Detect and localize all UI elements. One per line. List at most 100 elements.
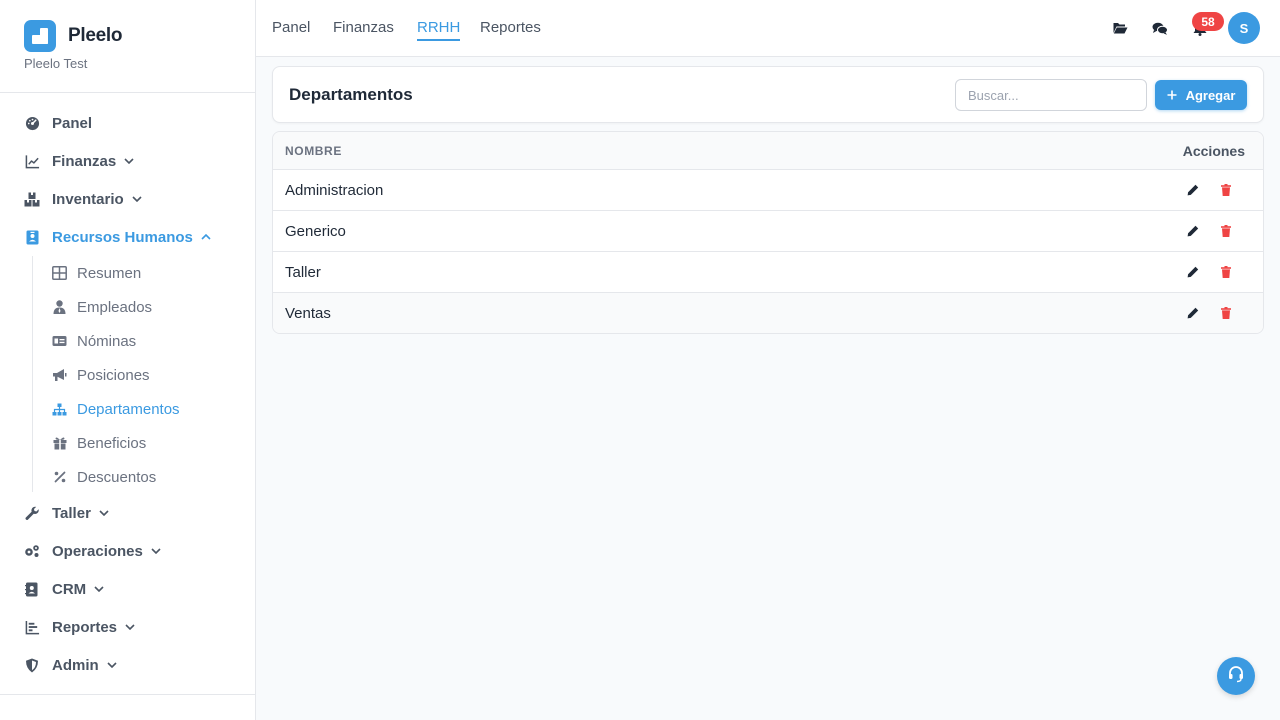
- table-icon: [52, 266, 67, 281]
- edit-icon[interactable]: [1186, 265, 1200, 279]
- trash-icon[interactable]: [1219, 224, 1233, 238]
- chart-line-icon: [24, 153, 40, 169]
- sidebar-item-reportes[interactable]: Reportes: [24, 615, 135, 639]
- chevron-down-icon: [132, 194, 142, 204]
- folder-open-icon[interactable]: [1110, 18, 1130, 38]
- tab-reportes[interactable]: Reportes: [480, 19, 541, 39]
- sidebar-item-label: Admin: [52, 656, 99, 674]
- column-header-acciones: Acciones: [1182, 143, 1245, 159]
- chevron-up-icon: [201, 232, 211, 242]
- page-header-card: Departamentos Agregar: [272, 66, 1264, 123]
- department-name: Generico: [285, 223, 346, 240]
- department-name: Ventas: [285, 305, 331, 322]
- sidebar-subitem-label: Empleados: [77, 298, 153, 316]
- brand[interactable]: Pleelo: [24, 20, 122, 52]
- dashboard-icon: [24, 115, 40, 131]
- chevron-down-icon: [125, 622, 135, 632]
- brand-name: Pleelo: [68, 25, 123, 46]
- table-header: NOMBRE Acciones: [273, 132, 1263, 170]
- chevron-down-icon: [124, 156, 134, 166]
- sidebar-item-recursos-humanos[interactable]: Recursos Humanos: [24, 225, 211, 249]
- tab-panel[interactable]: Panel: [272, 19, 310, 39]
- sidebar-item-label: CRM: [52, 580, 87, 598]
- sidebar-item-label: Taller: [52, 504, 91, 522]
- sitemap-icon: [52, 402, 67, 417]
- table-row[interactable]: Generico: [273, 211, 1263, 252]
- topbar: Panel Finanzas RRHH Reportes 58 S: [256, 0, 1280, 57]
- megaphone-icon: [52, 368, 67, 383]
- sidebar-subitem-label: Departamentos: [77, 400, 180, 418]
- sidebar-item-operaciones[interactable]: Operaciones: [24, 539, 161, 563]
- edit-icon[interactable]: [1186, 306, 1200, 320]
- department-name: Taller: [285, 264, 321, 281]
- chevron-down-icon: [107, 660, 117, 670]
- sidebar-subitem-empleados[interactable]: Empleados: [52, 296, 152, 318]
- page-title: Departamentos: [289, 85, 413, 104]
- support-button[interactable]: [1217, 657, 1255, 695]
- sidebar-item-crm[interactable]: CRM: [24, 577, 104, 601]
- chevron-down-icon: [151, 546, 161, 556]
- avatar[interactable]: S: [1228, 12, 1260, 44]
- sidebar-item-label: Inventario: [52, 190, 124, 208]
- sidebar-item-label: Reportes: [52, 618, 118, 636]
- table-row[interactable]: Ventas: [273, 293, 1263, 333]
- tab-rrhh[interactable]: RRHH: [417, 19, 461, 41]
- sidebar-item-label: Operaciones: [52, 542, 143, 560]
- tab-finanzas[interactable]: Finanzas: [333, 19, 394, 39]
- gift-icon: [52, 436, 67, 451]
- sidebar: Pleelo Pleelo Test Panel Finanzas Invent…: [0, 0, 256, 720]
- sidebar-subitem-posiciones[interactable]: Posiciones: [52, 364, 150, 386]
- wrench-icon: [24, 505, 40, 521]
- sidebar-item-label: Recursos Humanos: [52, 228, 193, 246]
- sidebar-subitem-departamentos[interactable]: Departamentos: [52, 398, 180, 420]
- sidebar-subitem-beneficios[interactable]: Beneficios: [52, 432, 146, 454]
- sidebar-subitem-label: Resumen: [77, 264, 142, 282]
- sidebar-item-panel[interactable]: Panel: [24, 111, 92, 135]
- shield-icon: [24, 657, 40, 673]
- plus-icon: [1167, 90, 1177, 100]
- chevron-down-icon: [99, 508, 109, 518]
- pleelo-logo-icon: [24, 20, 56, 52]
- headset-icon: [1227, 665, 1245, 688]
- edit-icon[interactable]: [1186, 224, 1200, 238]
- trash-icon[interactable]: [1219, 265, 1233, 279]
- submenu-guide-line: [32, 256, 33, 492]
- sidebar-item-admin[interactable]: Admin: [24, 653, 117, 677]
- edit-icon[interactable]: [1186, 183, 1200, 197]
- sidebar-subitem-label: Posiciones: [77, 366, 150, 384]
- divider: [0, 92, 255, 93]
- sidebar-subitem-label: Descuentos: [77, 468, 157, 486]
- departments-table: NOMBRE Acciones Administracion Generico …: [272, 131, 1264, 334]
- add-button-label: Agregar: [1185, 87, 1236, 103]
- user-tie-icon: [52, 300, 67, 315]
- trash-icon[interactable]: [1219, 183, 1233, 197]
- notification-badge[interactable]: 58: [1192, 12, 1224, 31]
- table-row[interactable]: Administracion: [273, 170, 1263, 211]
- sidebar-subitem-resumen[interactable]: Resumen: [52, 262, 141, 284]
- table-row[interactable]: Taller: [273, 252, 1263, 293]
- department-name: Administracion: [285, 182, 384, 199]
- sidebar-item-label: Panel: [52, 114, 93, 132]
- search-input[interactable]: [955, 79, 1147, 111]
- bar-chart-icon: [24, 619, 40, 635]
- sidebar-item-label: Finanzas: [52, 152, 117, 170]
- cogs-icon: [24, 543, 40, 559]
- trash-icon[interactable]: [1219, 306, 1233, 320]
- company-name: Pleelo Test: [24, 56, 88, 71]
- sidebar-item-inventario[interactable]: Inventario: [24, 187, 142, 211]
- percent-icon: [52, 470, 67, 485]
- sidebar-item-taller[interactable]: Taller: [24, 501, 109, 525]
- chat-icon[interactable]: [1150, 18, 1170, 38]
- id-badge-icon: [24, 229, 40, 245]
- sidebar-item-finanzas[interactable]: Finanzas: [24, 149, 134, 173]
- add-button[interactable]: Agregar: [1155, 80, 1247, 110]
- money-card-icon: [52, 334, 67, 349]
- divider: [0, 694, 255, 695]
- sidebar-subitem-nominas[interactable]: Nóminas: [52, 330, 136, 352]
- boxes-icon: [24, 191, 40, 207]
- contact-book-icon: [24, 581, 40, 597]
- sidebar-subitem-label: Beneficios: [77, 434, 147, 452]
- column-header-nombre[interactable]: NOMBRE: [285, 144, 342, 158]
- chevron-down-icon: [94, 584, 104, 594]
- sidebar-subitem-descuentos[interactable]: Descuentos: [52, 466, 156, 488]
